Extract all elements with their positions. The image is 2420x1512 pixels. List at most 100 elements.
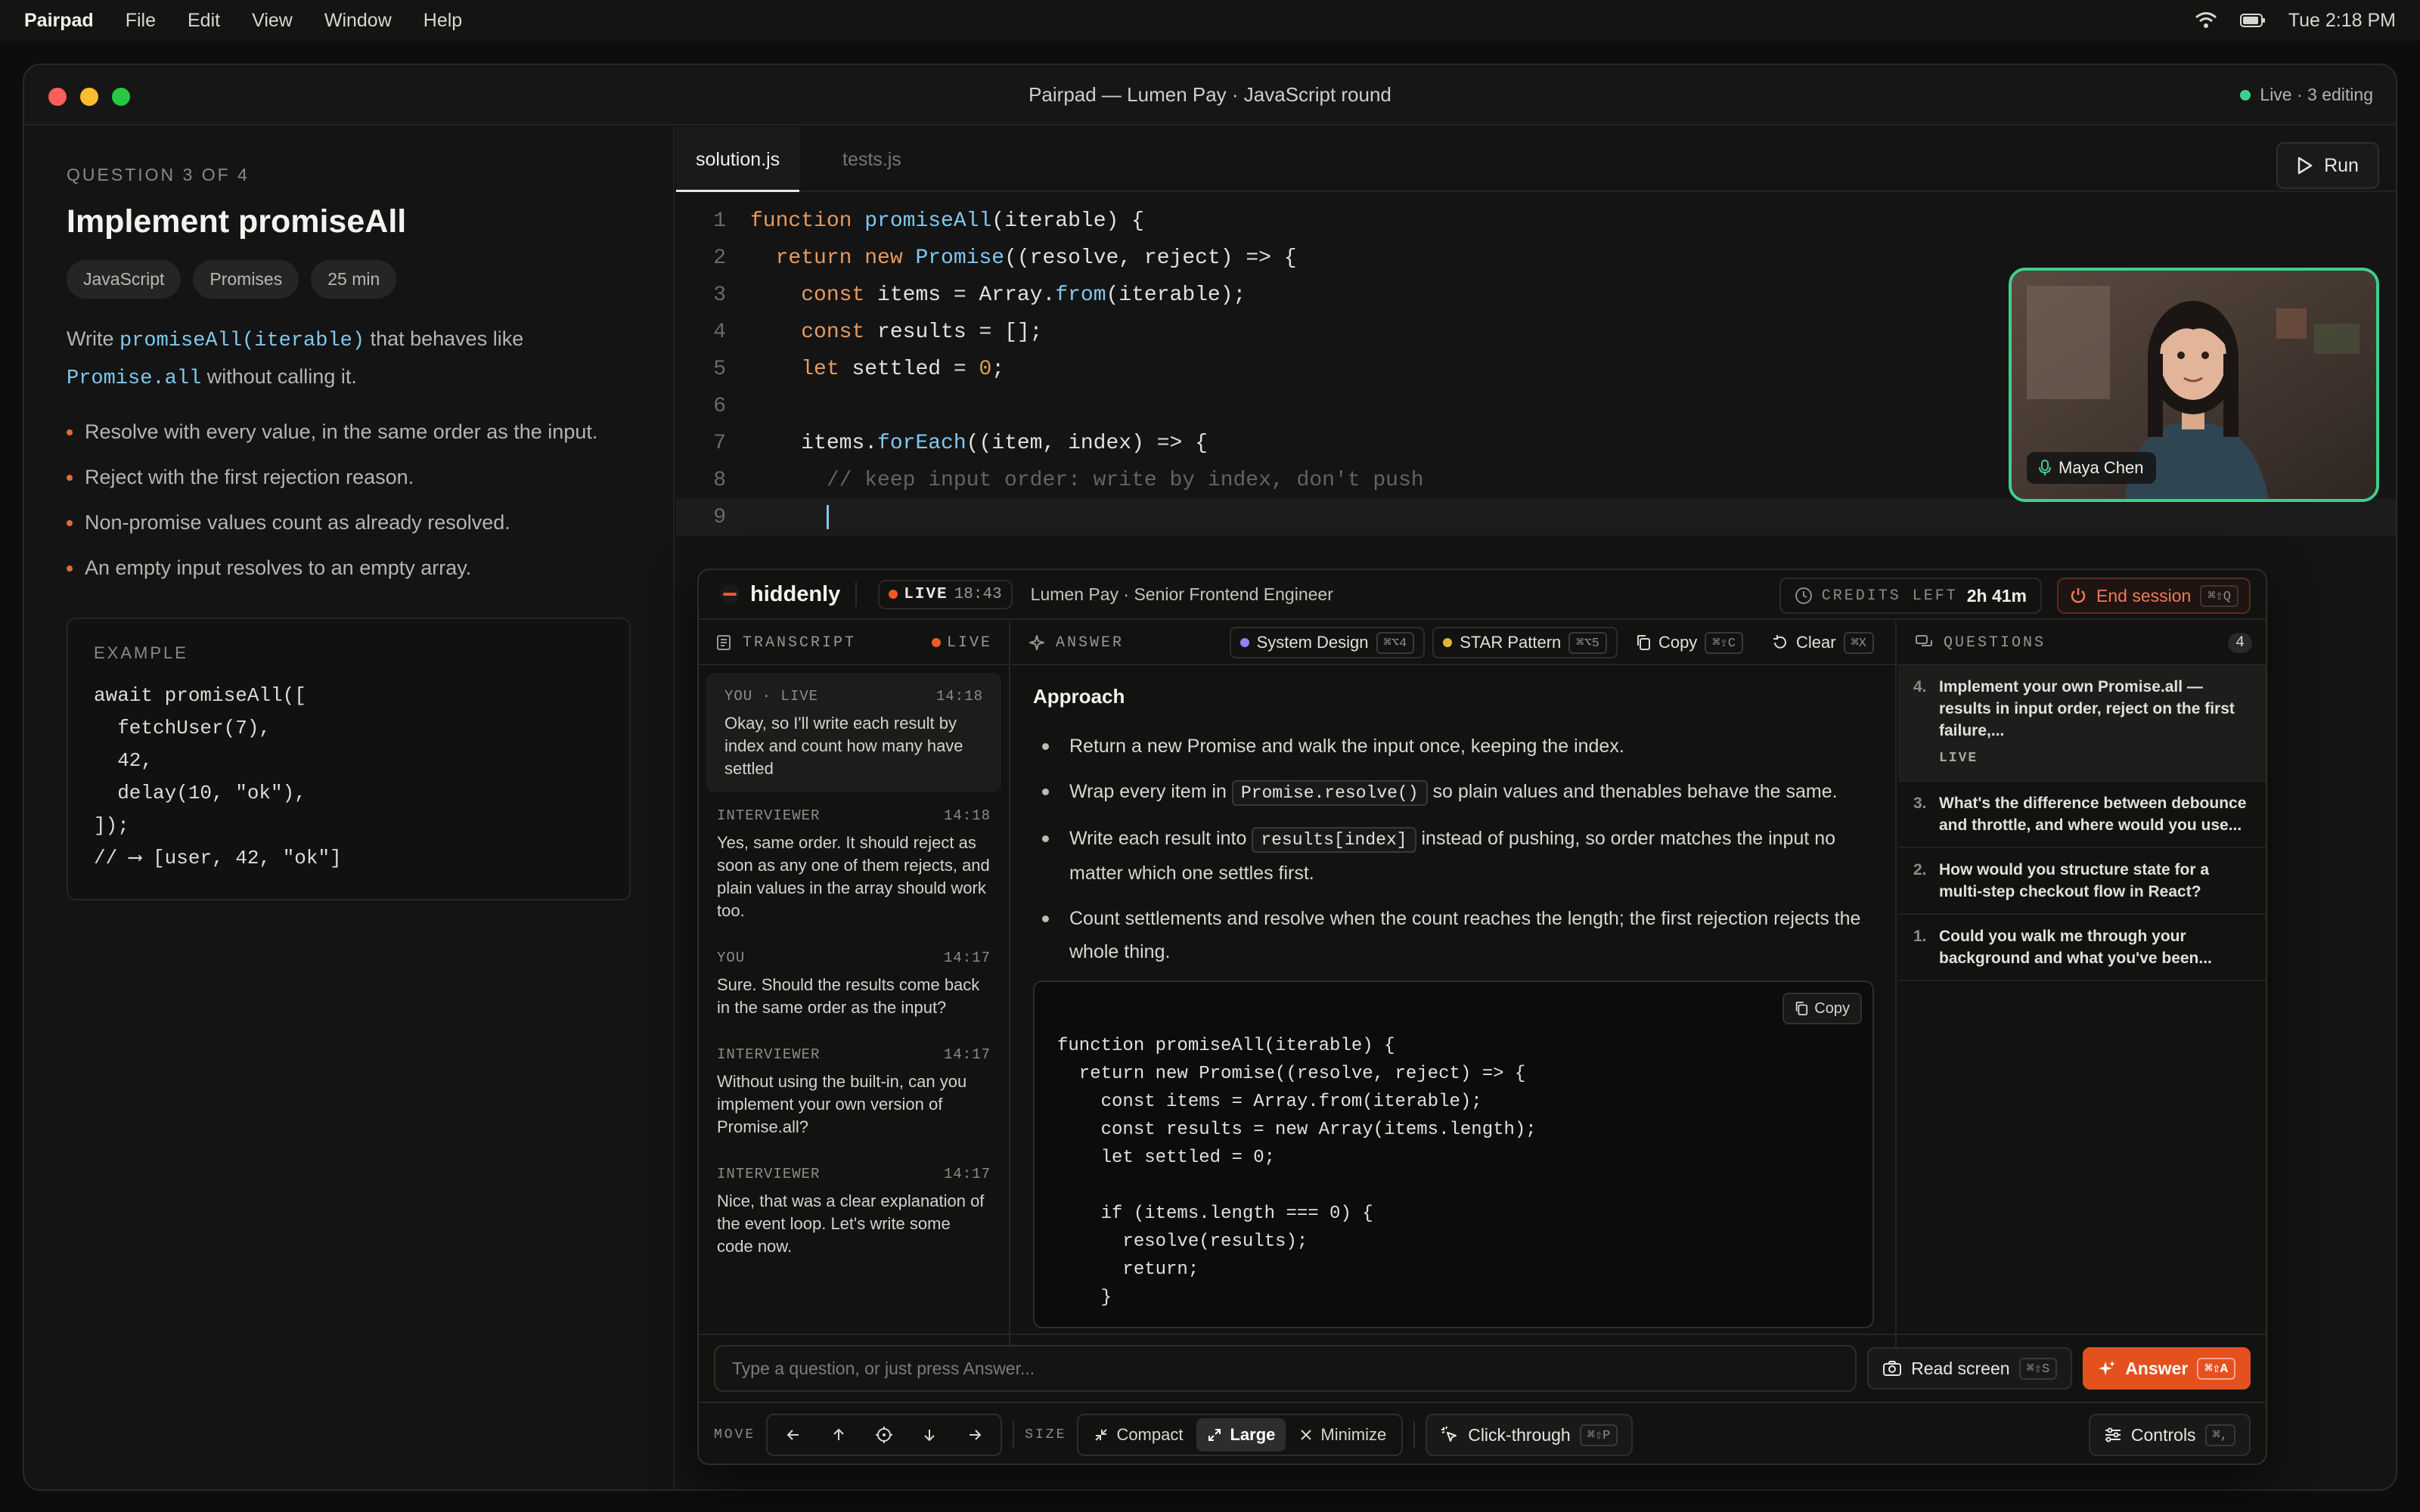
wifi-icon[interactable] bbox=[2195, 11, 2217, 29]
window-title: Pairpad — Lumen Pay · JavaScript round bbox=[1028, 83, 1392, 106]
answer-panel: ANSWER System Design ⌘⌥4 STAR Pattern ⌘⌥5 … bbox=[1012, 621, 1897, 1385]
tab-solution-js[interactable]: solution.js bbox=[676, 127, 800, 192]
collab-status-text: Live · 3 editing bbox=[2260, 85, 2373, 104]
power-icon bbox=[2069, 587, 2087, 605]
requirement-item: Reject with the first rejection reason. bbox=[67, 454, 631, 500]
answer-header: ANSWER System Design ⌘⌥4 STAR Pattern ⌘⌥5 … bbox=[1012, 621, 1895, 665]
star-pattern-mode-button[interactable]: STAR Pattern ⌘⌥5 bbox=[1432, 627, 1618, 658]
question-item[interactable]: 3. What's the difference between debounc… bbox=[1898, 782, 2266, 848]
menubar-clock[interactable]: Tue 2:18 PM bbox=[2288, 10, 2396, 32]
end-session-label: End session bbox=[2096, 585, 2192, 606]
system-menubar: Pairpad File Edit View Window Help Tue 2… bbox=[0, 0, 2420, 41]
system-design-mode-button[interactable]: System Design ⌘⌥4 bbox=[1229, 627, 1426, 658]
timestamp: 14:17 bbox=[943, 1046, 991, 1063]
questions-title: QUESTIONS bbox=[1944, 634, 2046, 652]
line-number: 8 bbox=[713, 469, 726, 492]
move-left-button[interactable] bbox=[772, 1418, 814, 1452]
transcript-item[interactable]: INTERVIEWER 14:18 Yes, same order. It sho… bbox=[699, 792, 1009, 934]
menu-window[interactable]: Window bbox=[324, 10, 392, 32]
menu-view[interactable]: View bbox=[252, 10, 293, 32]
chip-shortcut: ⌘⌥4 bbox=[1376, 631, 1415, 654]
credits-value: 2h 41m bbox=[1966, 585, 2027, 606]
menu-edit[interactable]: Edit bbox=[188, 10, 220, 32]
click-through-toggle[interactable]: Click-through ⌘⇧P bbox=[1426, 1414, 1634, 1456]
live-elapsed: 18:43 bbox=[954, 585, 1002, 603]
editor-tabs: solution.js tests.js Run bbox=[676, 127, 2396, 192]
speaker: INTERVIEWER bbox=[717, 1046, 821, 1063]
overlay-header[interactable]: hiddenly LIVE 18:43 Lumen Pay · Senior F… bbox=[699, 570, 2266, 620]
clear-answer-button[interactable]: Clear ⌘X bbox=[1761, 627, 1885, 658]
question-item[interactable]: 1. Could you walk me through your backgr… bbox=[1898, 915, 2266, 981]
overlay-brand: hiddenly bbox=[750, 581, 841, 606]
run-button[interactable]: Run bbox=[2276, 142, 2379, 189]
chat-icon bbox=[1915, 634, 1933, 651]
answer-button[interactable]: Answer ⌘⇧A bbox=[2083, 1347, 2251, 1390]
arrow-down-icon bbox=[924, 1430, 935, 1442]
question-number: 1. bbox=[1913, 928, 1927, 945]
window-titlebar: Pairpad — Lumen Pay · JavaScript round L… bbox=[24, 65, 2396, 125]
controls-label: Controls bbox=[2130, 1424, 2196, 1445]
click-through-shortcut: ⌘⇧P bbox=[1579, 1424, 1618, 1446]
participant-name-badge: Maya Chen bbox=[2027, 452, 2156, 484]
battery-icon[interactable] bbox=[2239, 12, 2266, 29]
clear-label: Clear bbox=[1795, 633, 1836, 652]
question-item-active[interactable]: 4. Implement your own Promise.all — resu… bbox=[1898, 665, 2266, 782]
tab-tests-js[interactable]: tests.js bbox=[823, 127, 921, 192]
arrow-left-icon bbox=[786, 1430, 799, 1440]
copy-label: Copy bbox=[1658, 633, 1698, 652]
line-number: 3 bbox=[713, 284, 726, 307]
arrow-up-icon bbox=[833, 1428, 844, 1440]
end-session-button[interactable]: End session ⌘⇧Q bbox=[2057, 578, 2251, 614]
question-number: 3. bbox=[1913, 795, 1927, 812]
sliders-icon bbox=[2104, 1427, 2122, 1443]
live-label: LIVE bbox=[904, 585, 948, 603]
transcript-text: Okay, so I'll write each result by index… bbox=[724, 714, 963, 778]
controls-button[interactable]: Controls ⌘, bbox=[2088, 1414, 2251, 1456]
line-number: 5 bbox=[713, 358, 726, 381]
center-button[interactable] bbox=[863, 1418, 905, 1452]
timestamp: 14:18 bbox=[943, 807, 991, 824]
assistant-overlay: hiddenly LIVE 18:43 Lumen Pay · Senior F… bbox=[697, 569, 2267, 1465]
transcript-item-live[interactable]: YOU · LIVE 14:18 Okay, so I'll write each… bbox=[706, 673, 1001, 792]
transcript-item[interactable]: INTERVIEWER 14:17 Without using the built… bbox=[699, 1031, 1009, 1151]
question-tags: JavaScript Promises 25 min bbox=[67, 260, 631, 299]
video-tile[interactable]: Maya Chen bbox=[2009, 268, 2379, 502]
copy-answer-button[interactable]: Copy ⌘⇧C bbox=[1625, 627, 1754, 658]
question-input[interactable] bbox=[714, 1345, 1857, 1392]
answer-point: Return a new Promise and walk the input … bbox=[1033, 730, 1874, 763]
speaker: INTERVIEWER bbox=[717, 807, 821, 824]
play-icon bbox=[2297, 156, 2313, 175]
move-up-button[interactable] bbox=[818, 1418, 860, 1452]
transcript-text: Sure. Should the results come back in th… bbox=[717, 975, 980, 1017]
code-line: 1 function promiseAll(iterable) { bbox=[676, 203, 2396, 240]
line-number: 6 bbox=[713, 395, 726, 418]
clock-icon bbox=[1795, 587, 1813, 605]
compact-size-button[interactable]: Compact bbox=[1083, 1418, 1193, 1452]
read-screen-button[interactable]: Read screen ⌘⇧S bbox=[1867, 1347, 2073, 1390]
microphone-icon bbox=[2039, 460, 2051, 476]
transcript-item[interactable]: INTERVIEWER 14:17 Nice, that was a clear … bbox=[699, 1151, 1009, 1270]
menu-help[interactable]: Help bbox=[424, 10, 462, 32]
question-input-bar: Read screen ⌘⇧S Answer ⌘⇧A bbox=[699, 1334, 2266, 1402]
tag-topic: Promises bbox=[193, 260, 299, 299]
move-down-button[interactable] bbox=[908, 1418, 951, 1452]
answer-point: Write each result into results[index] in… bbox=[1033, 822, 1874, 890]
mode-dot-icon bbox=[1443, 638, 1453, 647]
move-right-button[interactable] bbox=[954, 1418, 996, 1452]
question-item[interactable]: 2. How would you structure state for a m… bbox=[1898, 848, 2266, 915]
divider bbox=[1013, 1421, 1015, 1448]
transcript-item[interactable]: YOU 14:17 Sure. Should the results come b… bbox=[699, 934, 1009, 1031]
click-through-label: Click-through bbox=[1468, 1424, 1571, 1445]
clear-shortcut: ⌘X bbox=[1843, 631, 1874, 654]
line-number: 7 bbox=[713, 432, 726, 455]
transcript-title: TRANSCRIPT bbox=[743, 634, 857, 652]
mode-dot-icon bbox=[1239, 638, 1249, 647]
large-size-button[interactable]: Large bbox=[1196, 1418, 1286, 1452]
controls-shortcut: ⌘, bbox=[2204, 1424, 2235, 1446]
minimize-button[interactable]: Minimize bbox=[1289, 1418, 1397, 1452]
menu-file[interactable]: File bbox=[126, 10, 156, 32]
answer-button-label: Answer bbox=[2125, 1358, 2189, 1378]
menubar-app-name[interactable]: Pairpad bbox=[24, 10, 94, 32]
copy-code-button[interactable]: Copy bbox=[1782, 993, 1862, 1024]
divider bbox=[1413, 1421, 1416, 1448]
